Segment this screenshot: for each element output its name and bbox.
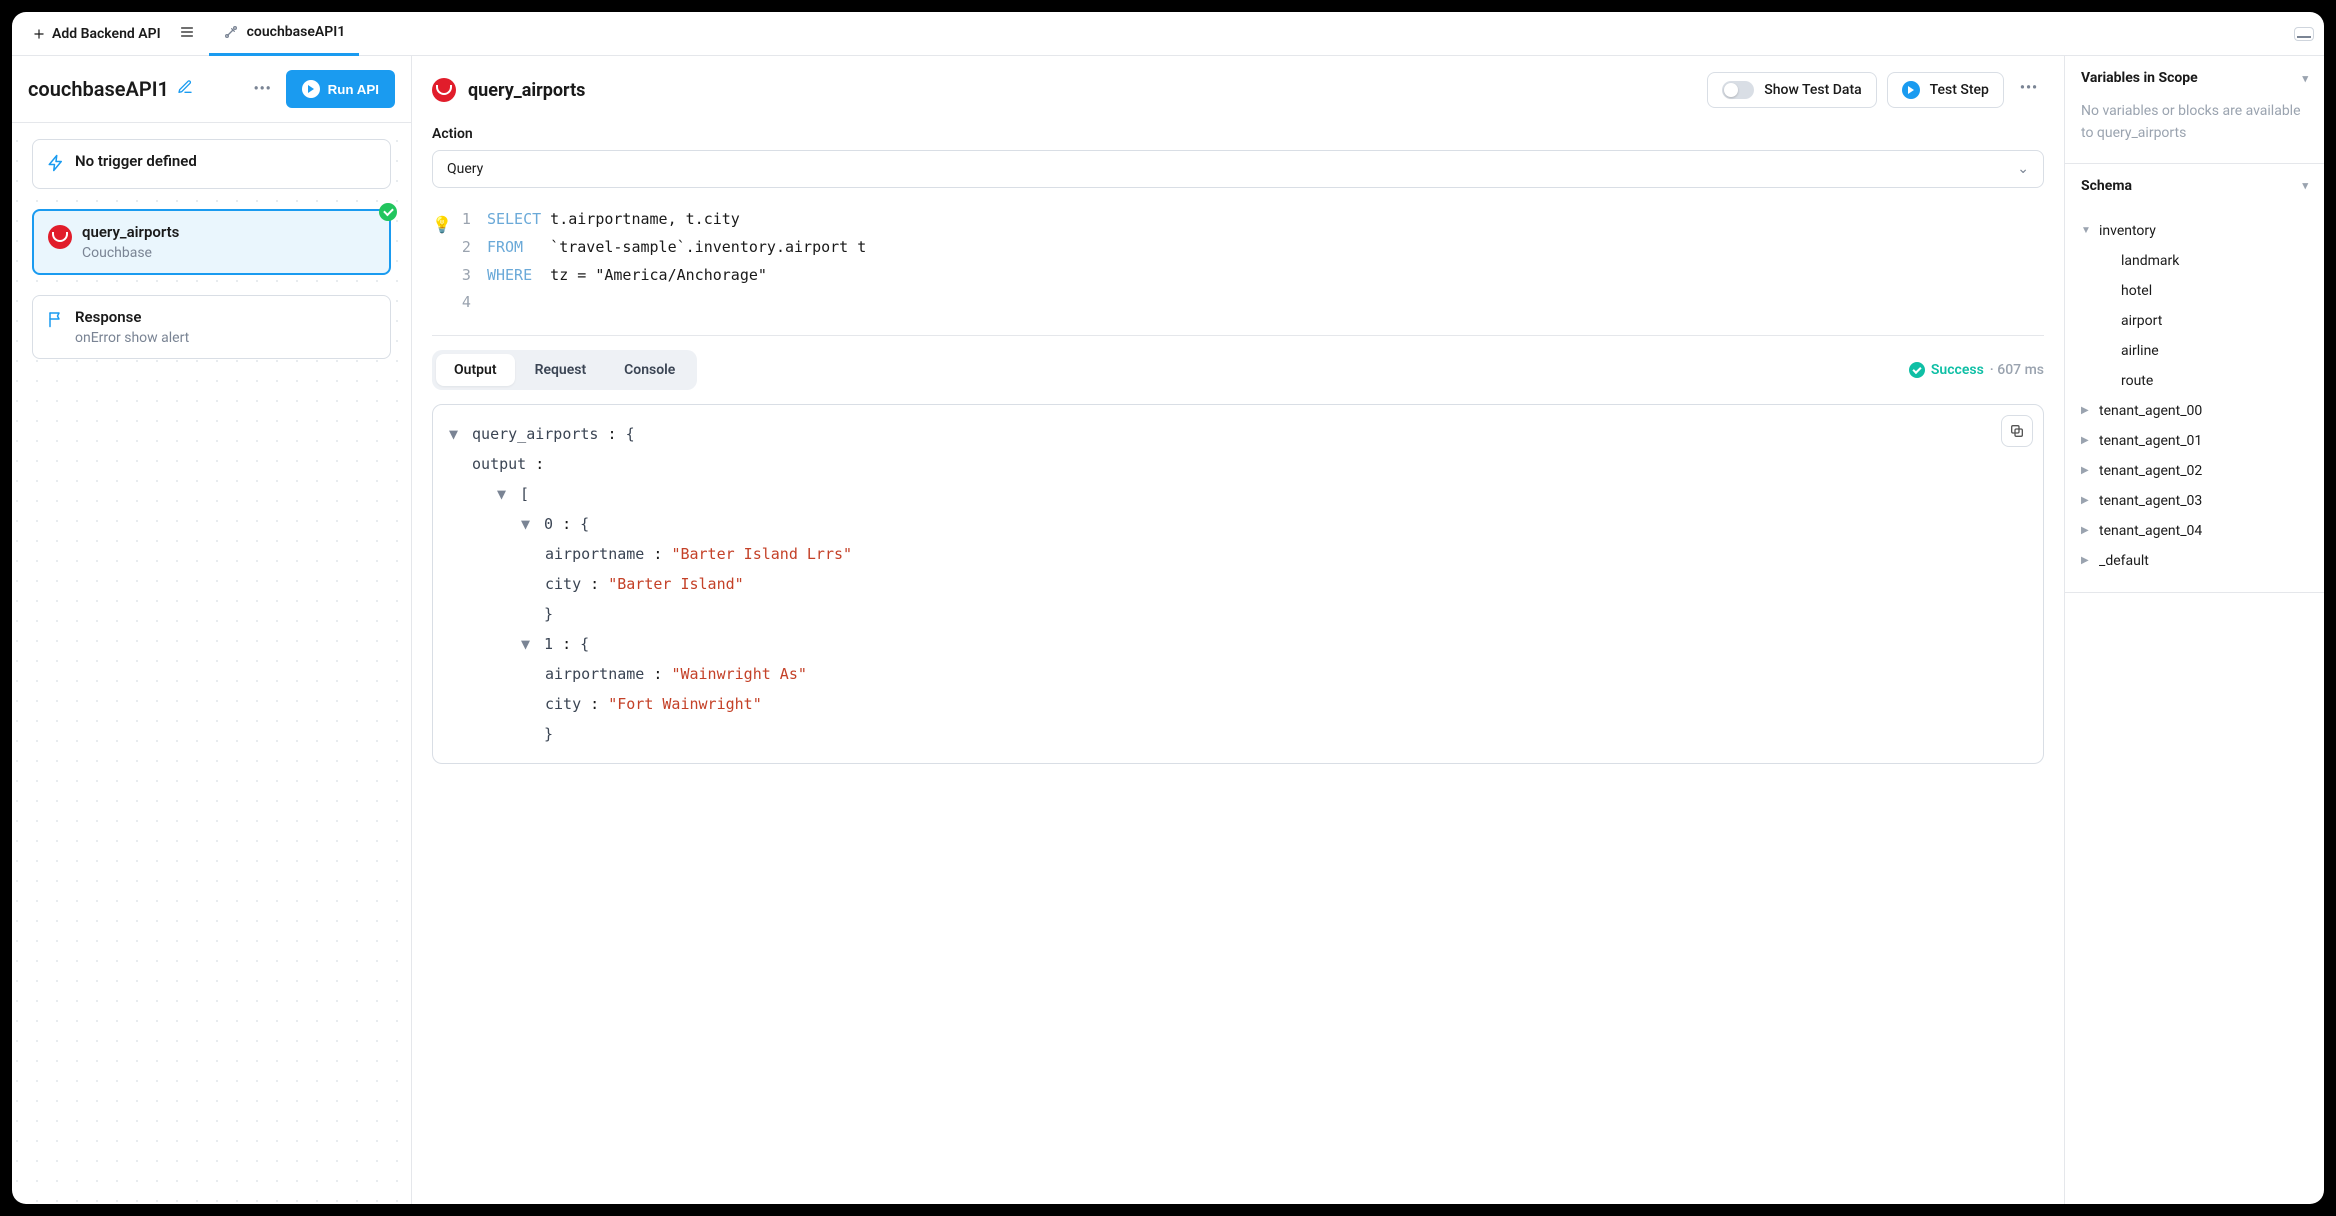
add-backend-api-label: Add Backend API (52, 26, 161, 42)
edit-api-name-button[interactable] (177, 79, 193, 99)
status-time: · 607 ms (1990, 362, 2044, 378)
action-select[interactable]: Query ⌄ (432, 150, 2044, 188)
api-more-button[interactable]: ••• (248, 77, 278, 101)
api-tab-label: couchbaseAPI1 (247, 24, 346, 40)
couchbase-icon (48, 225, 72, 249)
output-tree-row[interactable]: ▼ [ (449, 479, 2027, 509)
step-more-button[interactable]: ••• (2014, 72, 2044, 108)
play-icon (302, 80, 320, 98)
code-gutter: 1234 (462, 206, 477, 317)
schema-title: Schema (2081, 178, 2132, 194)
schema-section-header[interactable]: Schema ▾ (2065, 164, 2324, 208)
hamburger-icon (179, 24, 195, 40)
show-test-data-label: Show Test Data (1764, 82, 1861, 98)
api-sidebar: couchbaseAPI1 ••• Run API No trigger def… (12, 56, 412, 1204)
schema-item[interactable]: ▶_default (2081, 546, 2308, 576)
schema-item[interactable]: ▼inventory (2081, 216, 2308, 246)
code-body: SELECT t.airportname, t.cityFROM `travel… (487, 206, 866, 317)
api-list-button[interactable] (171, 18, 203, 50)
step-editor: query_airports Show Test Data Test Step … (412, 56, 2064, 1204)
schema-item[interactable]: airline (2081, 336, 2308, 366)
output-tree-row[interactable]: city : "Barter Island" (449, 569, 2027, 599)
output-panel: ▼ query_airports : { output :▼ [▼ 0 : {a… (432, 404, 2044, 764)
schema-item[interactable]: ▶tenant_agent_00 (2081, 396, 2308, 426)
variables-title: Variables in Scope (2081, 70, 2198, 86)
copy-icon (2009, 423, 2025, 439)
tab-output[interactable]: Output (436, 354, 515, 386)
output-tree-row[interactable]: airportname : "Wainwright As" (449, 659, 2027, 689)
test-step-button[interactable]: Test Step (1887, 72, 2004, 108)
schema-item[interactable]: airport (2081, 306, 2308, 336)
lightbulb-icon: 💡 (432, 210, 452, 317)
schema-item[interactable]: ▶tenant_agent_04 (2081, 516, 2308, 546)
step-name: query_airports (468, 80, 585, 101)
run-api-button[interactable]: Run API (286, 70, 395, 108)
response-card-title: Response (75, 308, 189, 326)
play-icon (1902, 81, 1920, 99)
response-card[interactable]: Response onError show alert (32, 295, 391, 359)
chevron-down-icon: ▾ (2302, 72, 2308, 85)
result-tabs: Output Request Console (432, 350, 697, 390)
action-label: Action (432, 126, 2044, 142)
query-editor[interactable]: 💡 1234 SELECT t.airportname, t.cityFROM … (432, 202, 2044, 321)
schema-item[interactable]: landmark (2081, 246, 2308, 276)
schema-item[interactable]: ▶tenant_agent_02 (2081, 456, 2308, 486)
api-tab-couchbaseapi1[interactable]: couchbaseAPI1 (209, 12, 360, 56)
success-badge-icon (379, 203, 397, 221)
step-card-title: query_airports (82, 223, 179, 241)
flag-icon (47, 310, 65, 332)
output-tree-row[interactable]: city : "Fort Wainwright" (449, 689, 2027, 719)
schema-item[interactable]: ▶tenant_agent_01 (2081, 426, 2308, 456)
step-card-query-airports[interactable]: query_airports Couchbase (32, 209, 391, 275)
step-card-subtitle: Couchbase (82, 245, 179, 261)
test-step-label: Test Step (1930, 82, 1989, 98)
couchbase-icon (432, 78, 456, 102)
output-tree-row[interactable]: } (449, 719, 2027, 749)
divider (432, 335, 2044, 336)
status-indicator: Success · 607 ms (1909, 362, 2044, 378)
output-tree-row[interactable]: } (449, 599, 2027, 629)
schema-item[interactable]: route (2081, 366, 2308, 396)
chevron-down-icon: ⌄ (2017, 161, 2029, 177)
schema-item[interactable]: hotel (2081, 276, 2308, 306)
status-label: Success (1931, 362, 1984, 378)
trigger-card-title: No trigger defined (75, 152, 197, 170)
variables-empty-text: No variables or blocks are available to … (2065, 100, 2324, 163)
schema-item[interactable]: ▶tenant_agent_03 (2081, 486, 2308, 516)
copy-output-button[interactable] (2001, 415, 2033, 447)
show-test-data-toggle[interactable]: Show Test Data (1707, 72, 1876, 108)
bolt-icon (47, 154, 65, 176)
plus-icon (32, 27, 46, 41)
pencil-icon (177, 79, 193, 95)
tab-console[interactable]: Console (606, 354, 693, 386)
plug-icon (223, 24, 239, 40)
check-circle-icon (1909, 362, 1925, 378)
topbar: Add Backend API couchbaseAPI1 (12, 12, 2324, 56)
run-api-label: Run API (328, 82, 379, 97)
output-tree-row[interactable]: output : (449, 449, 2027, 479)
chevron-down-icon: ▾ (2302, 179, 2308, 192)
layout-toggle-button[interactable] (2294, 27, 2314, 41)
toggle-icon (1722, 81, 1754, 99)
api-name: couchbaseAPI1 (28, 77, 169, 101)
variables-section-header[interactable]: Variables in Scope ▾ (2065, 56, 2324, 100)
add-backend-api-button[interactable]: Add Backend API (22, 20, 171, 48)
output-tree-row[interactable]: ▼ 0 : { (449, 509, 2027, 539)
output-tree-row[interactable]: ▼ 1 : { (449, 629, 2027, 659)
inspector-panel: Variables in Scope ▾ No variables or blo… (2064, 56, 2324, 1204)
tab-request[interactable]: Request (517, 354, 605, 386)
output-tree-row[interactable]: ▼ query_airports : { (449, 419, 2027, 449)
response-card-subtitle: onError show alert (75, 330, 189, 346)
output-tree-row[interactable]: airportname : "Barter Island Lrrs" (449, 539, 2027, 569)
action-value: Query (447, 161, 483, 177)
trigger-card[interactable]: No trigger defined (32, 139, 391, 189)
